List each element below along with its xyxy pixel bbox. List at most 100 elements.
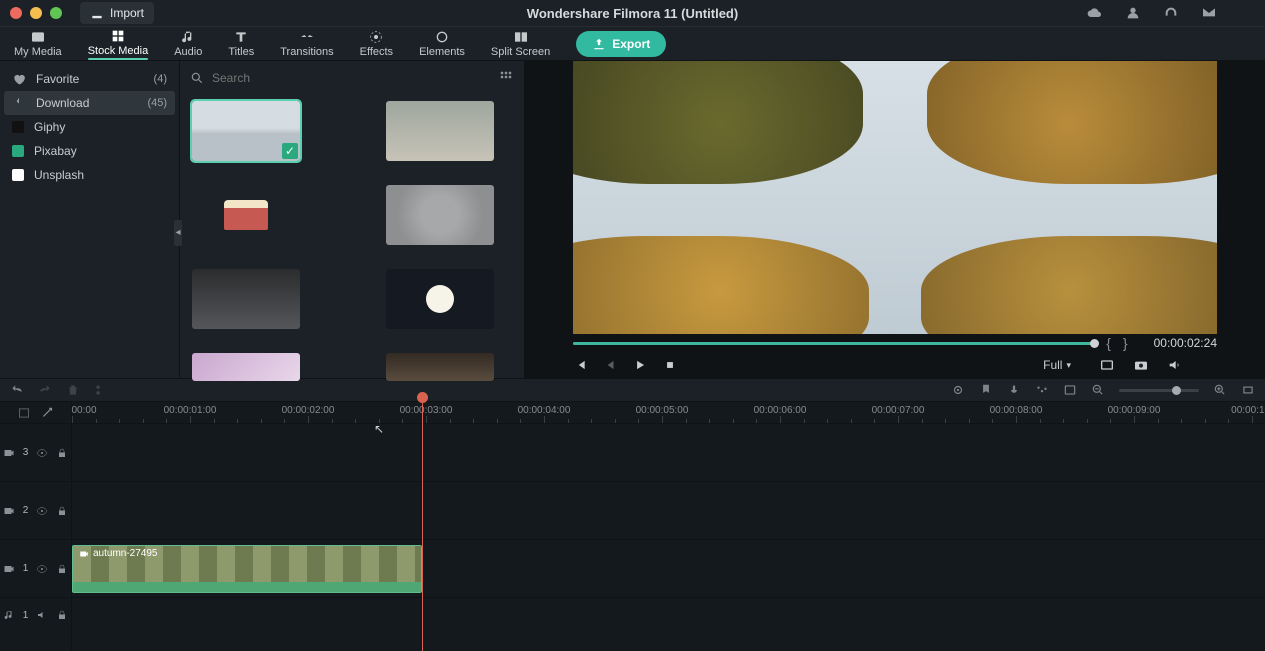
track-header-v1[interactable]: 1 bbox=[0, 540, 71, 598]
zoom-fit-button[interactable] bbox=[1241, 383, 1255, 397]
manage-tracks-button[interactable] bbox=[17, 406, 31, 420]
ruler-label: 00:00:03:00 bbox=[400, 405, 453, 416]
adjust-tracks-button[interactable] bbox=[41, 406, 55, 420]
color-match-button[interactable] bbox=[951, 383, 965, 397]
delete-button[interactable] bbox=[66, 383, 80, 397]
picture-button[interactable] bbox=[1063, 383, 1077, 397]
lock-icon[interactable] bbox=[56, 563, 68, 575]
lock-icon[interactable] bbox=[56, 447, 68, 459]
sidebar-unsplash[interactable]: Unsplash bbox=[0, 163, 179, 187]
eye-icon[interactable] bbox=[36, 563, 48, 575]
track-header-v2[interactable]: 2 bbox=[0, 482, 71, 540]
thumbnail-item[interactable] bbox=[192, 185, 300, 245]
zoom-out-button[interactable] bbox=[1091, 383, 1105, 397]
ruler-label: 00:00:07:00 bbox=[872, 405, 925, 416]
play-button[interactable] bbox=[633, 358, 647, 372]
sidebar-download[interactable]: Download (45) bbox=[4, 91, 175, 115]
account-icon[interactable] bbox=[1125, 5, 1141, 21]
undo-button[interactable] bbox=[10, 383, 24, 397]
titlebar-right-icons bbox=[1087, 5, 1255, 21]
tab-label: Transitions bbox=[280, 46, 333, 58]
message-icon[interactable] bbox=[1201, 5, 1217, 21]
sidebar-favorite[interactable]: Favorite (4) bbox=[0, 67, 179, 91]
tab-elements[interactable]: Elements bbox=[409, 29, 475, 58]
split-clip-button[interactable] bbox=[94, 383, 108, 397]
track-header-v3[interactable]: 3 bbox=[0, 424, 71, 482]
voiceover-button[interactable] bbox=[1007, 383, 1021, 397]
mark-out-button[interactable]: } bbox=[1123, 335, 1128, 351]
video-track-2[interactable] bbox=[72, 482, 1265, 540]
thumbnail-item[interactable] bbox=[386, 353, 494, 381]
video-icon bbox=[3, 505, 15, 517]
speaker-icon[interactable] bbox=[36, 609, 48, 621]
media-icon bbox=[29, 29, 47, 45]
export-button[interactable]: Export bbox=[576, 31, 666, 57]
timeline-clip[interactable]: autumn-27495 bbox=[72, 545, 422, 593]
stop-button[interactable] bbox=[663, 358, 677, 372]
more-tools-button[interactable] bbox=[122, 383, 136, 397]
video-track-1[interactable]: autumn-27495 bbox=[72, 540, 1265, 598]
tab-label: Audio bbox=[174, 46, 202, 58]
prev-frame-button[interactable] bbox=[573, 358, 587, 372]
tab-split-screen[interactable]: Split Screen bbox=[481, 29, 560, 58]
preview-decoration bbox=[927, 61, 1217, 184]
sidebar-item-label: Download bbox=[36, 96, 89, 110]
redo-button[interactable] bbox=[38, 383, 52, 397]
step-back-button[interactable] bbox=[603, 358, 617, 372]
render-preview-button[interactable] bbox=[1099, 357, 1115, 373]
audio-track-1[interactable] bbox=[72, 598, 1265, 632]
thumbnail-item[interactable] bbox=[386, 185, 494, 245]
tab-audio[interactable]: Audio bbox=[164, 29, 212, 58]
thumbnail-item[interactable] bbox=[386, 269, 494, 329]
tab-effects[interactable]: Effects bbox=[350, 29, 403, 58]
eye-icon[interactable] bbox=[36, 505, 48, 517]
time-ruler[interactable]: 00:00 00:00:01:00 00:00:02:00 00:00:03:0… bbox=[72, 402, 1265, 424]
sidebar-giphy[interactable]: Giphy bbox=[0, 115, 179, 139]
sidebar-pixabay[interactable]: Pixabay bbox=[0, 139, 179, 163]
preview-quality-select[interactable]: Full ▾ bbox=[1043, 358, 1071, 372]
minimize-window-button[interactable] bbox=[30, 7, 42, 19]
lock-icon[interactable] bbox=[56, 505, 68, 517]
track-headers: 3 2 1 1 bbox=[0, 402, 72, 651]
tab-stock-media[interactable]: Stock Media bbox=[78, 28, 159, 60]
import-button[interactable]: Import bbox=[80, 2, 154, 24]
thumbnail-item[interactable] bbox=[192, 269, 300, 329]
updates-icon[interactable] bbox=[1239, 5, 1255, 21]
close-window-button[interactable] bbox=[10, 7, 22, 19]
tab-my-media[interactable]: My Media bbox=[4, 29, 72, 58]
cloud-icon[interactable] bbox=[1087, 5, 1103, 21]
tab-titles[interactable]: Titles bbox=[218, 29, 264, 58]
playhead[interactable] bbox=[422, 402, 423, 651]
marker-button[interactable] bbox=[979, 383, 993, 397]
timeline-zoom-slider[interactable] bbox=[1119, 389, 1199, 392]
video-track-3[interactable] bbox=[72, 424, 1265, 482]
eye-icon[interactable] bbox=[36, 447, 48, 459]
fullscreen-button[interactable] bbox=[1201, 357, 1217, 373]
elements-icon bbox=[433, 29, 451, 45]
scrubber-knob[interactable] bbox=[1090, 339, 1099, 348]
preview-scrubber[interactable] bbox=[573, 342, 1094, 345]
volume-button[interactable] bbox=[1167, 357, 1183, 373]
zoom-window-button[interactable] bbox=[50, 7, 62, 19]
track-number: 1 bbox=[23, 563, 29, 574]
lock-icon[interactable] bbox=[56, 609, 68, 621]
thumbnail-item[interactable] bbox=[192, 353, 300, 381]
thumbnail-item[interactable] bbox=[192, 101, 300, 161]
mixer-button[interactable] bbox=[1035, 383, 1049, 397]
ruler-label: 00:00:09:00 bbox=[1108, 405, 1161, 416]
zoom-knob[interactable] bbox=[1172, 386, 1181, 395]
mark-in-button[interactable]: { bbox=[1106, 335, 1111, 351]
track-header-a1[interactable]: 1 bbox=[0, 598, 71, 632]
tab-transitions[interactable]: Transitions bbox=[270, 29, 343, 58]
view-mode-button[interactable] bbox=[498, 69, 514, 88]
search-input[interactable] bbox=[212, 71, 412, 85]
zoom-in-button[interactable] bbox=[1213, 383, 1227, 397]
sidebar-collapse-handle[interactable]: ◂ bbox=[174, 220, 182, 246]
snapshot-button[interactable] bbox=[1133, 357, 1149, 373]
playhead-knob[interactable] bbox=[417, 392, 428, 403]
thumbnail-item[interactable] bbox=[386, 101, 494, 161]
timeline-canvas[interactable]: 00:00 00:00:01:00 00:00:02:00 00:00:03:0… bbox=[72, 402, 1265, 651]
support-icon[interactable] bbox=[1163, 5, 1179, 21]
preview-timecode: 00:00:02:24 bbox=[1154, 336, 1217, 350]
preview-viewport[interactable] bbox=[573, 61, 1217, 334]
